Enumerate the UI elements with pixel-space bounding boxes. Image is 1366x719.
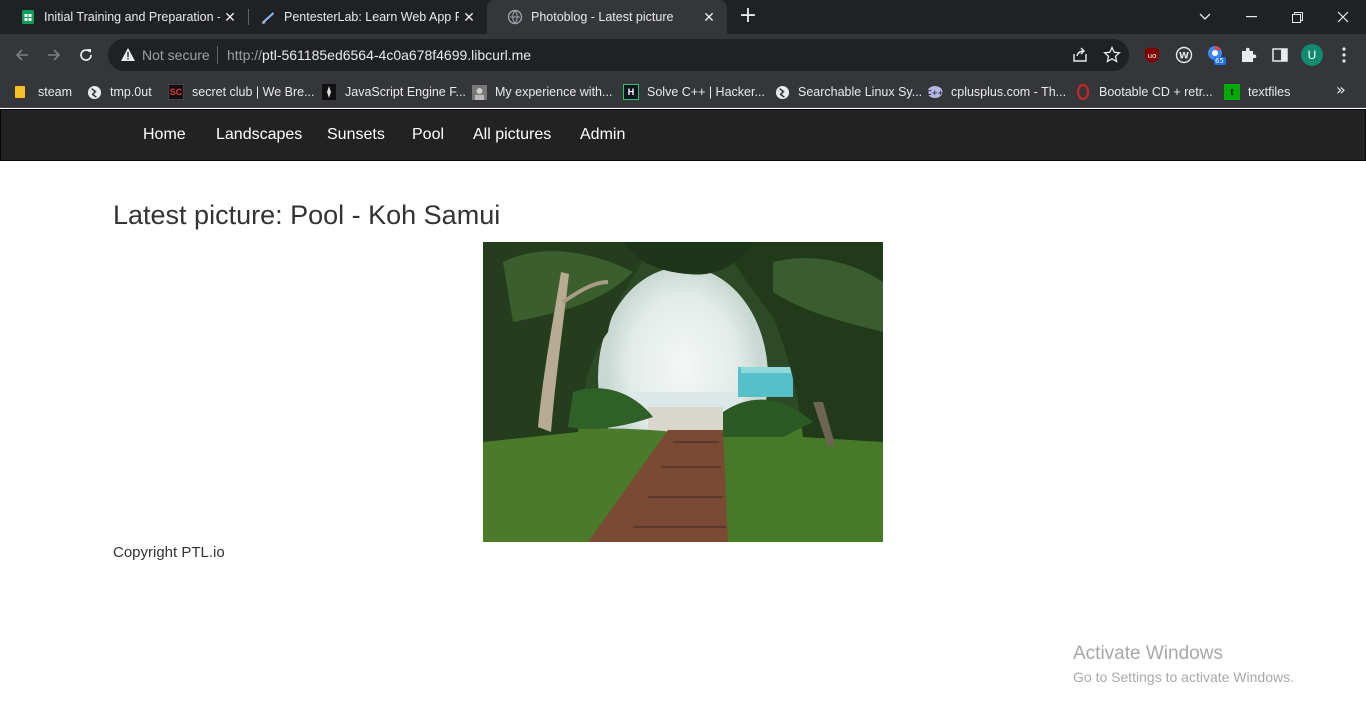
omnibox-divider [217,46,218,64]
bookmarks-bar: steam tmp.0ut SC secret club | We Bre...… [0,76,1366,108]
bookmark-label: secret club | We Bre... [192,85,315,99]
nav-sunsets[interactable]: Sunsets [327,126,385,144]
globe-icon [774,84,790,100]
cplusplus-icon: C++ [927,84,943,100]
back-button[interactable] [7,40,37,70]
address-bar[interactable]: Not secure http://ptl-561185ed6564-4c0a6… [108,39,1129,71]
tab-search-button[interactable] [1182,0,1228,34]
svg-text:uo: uo [1148,52,1157,60]
activate-windows-watermark: Activate Windows Go to Settings to activ… [1073,643,1294,685]
bookmark-label: JavaScript Engine F... [345,85,466,99]
globe-icon [86,84,102,100]
bookmark-bootable-cd[interactable]: Bootable CD + retr... [1075,82,1213,102]
hackerrank-icon: H [623,84,639,100]
ublock-icon: uo [1145,47,1159,63]
chevron-down-icon [1199,13,1211,20]
restore-icon [1291,11,1303,23]
latest-picture [483,242,883,542]
side-panel-button[interactable] [1270,45,1290,65]
w-logo-icon: W [1175,46,1193,64]
bookmark-tmp0ut[interactable]: tmp.0ut [86,82,152,102]
puzzle-icon [1242,47,1257,62]
close-icon[interactable]: ✕ [220,7,240,27]
browser-toolbar: Not secure http://ptl-561185ed6564-4c0a6… [0,34,1366,76]
nav-pool[interactable]: Pool [412,126,444,144]
pentesterlab-icon [262,12,274,24]
svg-text:C++: C++ [927,89,943,97]
wappalyzer-extension-button[interactable]: W [1174,45,1194,65]
extensions-button[interactable] [1238,45,1258,65]
page-title: Latest picture: Pool - Koh Samui [113,200,501,230]
url-host: ptl-561185ed6564-4c0a678f4699.libcurl.me [262,47,532,63]
menu-button[interactable] [1334,45,1354,65]
bookmark-solve-cpp[interactable]: H Solve C++ | Hacker... [623,82,765,102]
extension-badge: 65 [1215,57,1224,65]
tab-title: Initial Training and Preparation - [44,10,220,24]
nav-home[interactable]: Home [143,126,186,144]
forward-button[interactable] [39,40,69,70]
url-scheme: http:// [227,47,263,63]
folder-icon [14,84,30,100]
copyright-footer: Copyright PTL.io [113,544,225,561]
profile-avatar[interactable]: U [1301,44,1323,66]
tab-title: Photoblog - Latest picture [531,10,674,24]
url-text[interactable]: http://ptl-561185ed6564-4c0a678f4699.lib… [227,47,531,63]
bookmark-cplusplus[interactable]: C++ cplusplus.com - Th... [927,82,1066,102]
bookmark-label: steam [38,85,73,99]
star-icon[interactable] [1103,46,1121,64]
svg-text:W: W [1179,52,1189,62]
minimize-icon [1245,16,1257,18]
bookmark-searchable-linux[interactable]: Searchable Linux Sy... [774,82,922,102]
side-panel-icon [1272,48,1288,62]
tab-title: PentesterLab: Learn Web App Pe [284,10,459,24]
bookmark-label: Bootable CD + retr... [1099,85,1213,99]
warning-icon[interactable] [120,47,136,62]
bookmark-site-icon [471,84,487,100]
bookmark-textfiles[interactable]: t textfiles [1224,82,1290,102]
tab-training[interactable]: Initial Training and Preparation - ✕ [0,0,248,34]
bookmark-label: textfiles [1248,85,1291,99]
minimize-button[interactable] [1228,0,1274,34]
nav-all-pictures[interactable]: All pictures [473,126,551,144]
close-icon [1337,11,1349,23]
reload-button[interactable] [71,40,101,70]
site-navbar: Home Landscapes Sunsets Pool All picture… [0,109,1366,161]
bookmark-my-experience[interactable]: My experience with... [471,82,612,102]
nav-landscapes[interactable]: Landscapes [216,126,302,144]
more-bookmarks-chevron-icon[interactable]: » [1336,80,1346,99]
reload-icon [80,49,92,61]
kebab-menu-icon [1342,47,1346,63]
restore-button[interactable] [1274,0,1320,34]
close-icon[interactable]: ✕ [459,7,479,27]
new-tab-button[interactable]: + [737,5,759,28]
globe-icon [507,9,523,25]
badge-extension-button[interactable]: 65 [1206,45,1226,65]
nav-admin[interactable]: Admin [580,126,625,144]
secretclub-icon: SC [168,84,184,100]
watermark-title: Activate Windows [1073,643,1223,664]
tab-strip: Initial Training and Preparation - ✕ Pen… [0,0,1366,34]
security-label[interactable]: Not secure [142,47,210,63]
close-icon[interactable]: ✕ [699,7,719,27]
ublock-extension-button[interactable]: uo [1142,45,1162,65]
share-icon[interactable] [1071,46,1089,64]
sheets-icon [22,10,34,24]
bookmark-label: My experience with... [495,85,613,99]
bookmark-label: Solve C++ | Hacker... [647,85,765,99]
bookmark-label: Searchable Linux Sy... [798,85,923,99]
bookmark-secret-club[interactable]: SC secret club | We Bre... [168,82,315,102]
arrow-right-icon [48,49,61,61]
bookmark-label: cplusplus.com - Th... [951,85,1067,99]
opera-icon [1075,84,1091,100]
bookmark-label: tmp.0ut [110,85,152,99]
arrow-left-icon [15,49,28,61]
textfiles-icon: t [1224,84,1240,100]
tab-pentesterlab[interactable]: PentesterLab: Learn Web App Pe ✕ [240,0,487,34]
bookmark-steam[interactable]: steam [14,82,72,102]
watermark-subtitle: Go to Settings to activate Windows. [1073,669,1294,685]
bookmark-javascript-engine[interactable]: JavaScript Engine F... [321,82,466,102]
close-window-button[interactable] [1320,0,1366,34]
tab-photoblog[interactable]: Photoblog - Latest picture ✕ [487,0,727,34]
bookmark-site-icon [321,84,337,100]
